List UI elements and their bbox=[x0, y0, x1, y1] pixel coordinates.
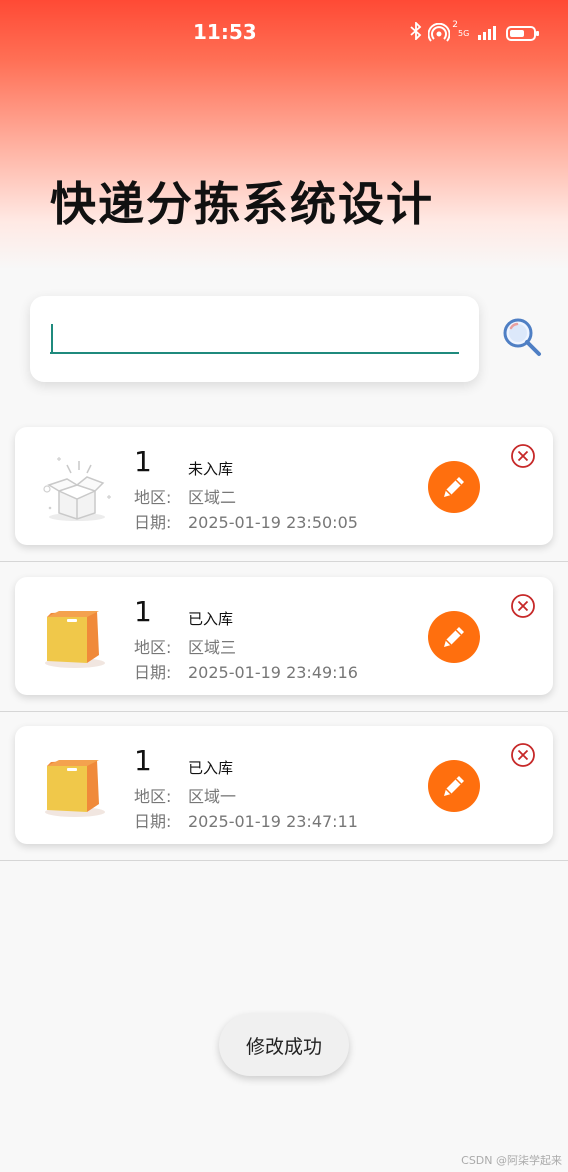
package-number: 1 bbox=[134, 445, 152, 478]
delete-button[interactable] bbox=[510, 443, 536, 469]
edit-button[interactable] bbox=[428, 760, 480, 812]
pencil-icon bbox=[444, 776, 464, 796]
status-icons: 2 5G bbox=[410, 20, 539, 45]
package-box-icon bbox=[37, 746, 117, 826]
signal-icon bbox=[478, 26, 496, 40]
empty-box-icon bbox=[37, 447, 117, 527]
package-box-icon bbox=[37, 597, 117, 677]
close-circle-icon bbox=[511, 594, 535, 618]
package-status: 未入库 bbox=[188, 460, 234, 478]
delete-button[interactable] bbox=[510, 593, 536, 619]
close-circle-icon bbox=[511, 743, 535, 767]
bluetooth-icon bbox=[410, 20, 422, 44]
page-title: 快递分拣系统设计 bbox=[50, 177, 434, 231]
close-circle-icon bbox=[511, 444, 535, 468]
region-line: 地区: 区域一 bbox=[134, 783, 236, 807]
region-value: 区域三 bbox=[188, 638, 237, 657]
battery-icon bbox=[506, 25, 539, 41]
package-card[interactable]: 1 已入库 地区: 区域三 日期: 2025-01-19 23:49:16 bbox=[15, 577, 553, 695]
region-value: 区域二 bbox=[188, 488, 237, 507]
region-value: 区域一 bbox=[188, 787, 237, 806]
search-icon[interactable] bbox=[500, 315, 544, 359]
region-line: 地区: 区域三 bbox=[134, 634, 236, 658]
watermark: CSDN @阿柒学起来 bbox=[461, 1154, 562, 1167]
hotspot-icon: 2 bbox=[427, 20, 458, 43]
date-label: 日期: bbox=[134, 812, 172, 831]
package-number: 1 bbox=[134, 595, 152, 628]
edit-button[interactable] bbox=[428, 611, 480, 663]
date-value: 2025-01-19 23:47:11 bbox=[188, 812, 358, 831]
package-number: 1 bbox=[134, 744, 152, 777]
search-input[interactable] bbox=[50, 318, 459, 354]
date-line: 日期: 2025-01-19 23:50:05 bbox=[134, 509, 358, 533]
pencil-icon bbox=[444, 627, 464, 647]
date-line: 日期: 2025-01-19 23:49:16 bbox=[134, 659, 358, 683]
date-label: 日期: bbox=[134, 513, 172, 532]
text-caret bbox=[51, 324, 53, 352]
date-label: 日期: bbox=[134, 663, 172, 682]
package-status: 已入库 bbox=[188, 610, 234, 628]
pencil-icon bbox=[444, 477, 464, 497]
delete-button[interactable] bbox=[510, 742, 536, 768]
date-value: 2025-01-19 23:50:05 bbox=[188, 513, 358, 532]
divider bbox=[0, 860, 568, 861]
package-status: 已入库 bbox=[188, 759, 234, 777]
edit-button[interactable] bbox=[428, 461, 480, 513]
status-time: 11:53 bbox=[193, 20, 257, 44]
region-label: 地区: bbox=[134, 638, 172, 657]
divider bbox=[0, 711, 568, 712]
date-value: 2025-01-19 23:49:16 bbox=[188, 663, 358, 682]
network-type: 5G bbox=[458, 28, 470, 38]
package-card[interactable]: 1 未入库 地区: 区域二 日期: 2025-01-19 23:50:05 bbox=[15, 427, 553, 545]
date-line: 日期: 2025-01-19 23:47:11 bbox=[134, 808, 358, 832]
region-label: 地区: bbox=[134, 488, 172, 507]
search-box bbox=[30, 296, 479, 382]
toast-message: 修改成功 bbox=[219, 1014, 349, 1076]
divider bbox=[0, 561, 568, 562]
region-line: 地区: 区域二 bbox=[134, 484, 236, 508]
region-label: 地区: bbox=[134, 787, 172, 806]
package-card[interactable]: 1 已入库 地区: 区域一 日期: 2025-01-19 23:47:11 bbox=[15, 726, 553, 844]
